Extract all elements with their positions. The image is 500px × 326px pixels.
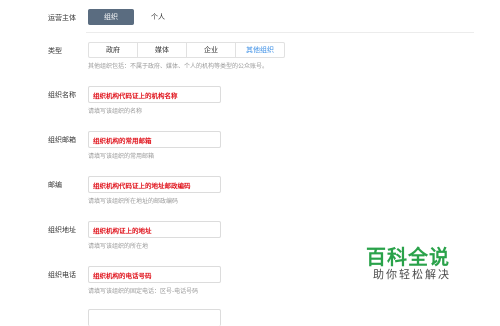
type-option-media[interactable]: 媒体 [138, 43, 187, 57]
type-label: 类型 [48, 47, 62, 55]
org-email-value: 组织机构的常用邮箱 [93, 137, 152, 145]
org-name-value: 组织机构代码证上的机构名称 [93, 92, 178, 100]
org-address-hint: 请填写该组织的所在地 [88, 243, 149, 250]
postcode-input[interactable]: 组织机构代码证上的地址邮政编码 [88, 176, 221, 193]
org-phone-input[interactable]: 组织机构的电话号码 [88, 266, 221, 283]
postcode-hint: 请填写该组织所在地址的邮政编码 [88, 198, 179, 205]
org-phone-label: 组织电话 [48, 271, 76, 279]
type-option-other-organization[interactable]: 其他组织 [236, 43, 284, 57]
org-email-label: 组织邮箱 [48, 136, 76, 144]
type-option-government[interactable]: 政府 [89, 43, 138, 57]
type-selector: 政府 媒体 企业 其他组织 [88, 42, 285, 58]
postcode-value: 组织机构代码证上的地址邮政编码 [93, 182, 191, 190]
org-name-hint: 请填写该组织的名称 [88, 108, 143, 115]
type-option-enterprise[interactable]: 企业 [187, 43, 236, 57]
watermark-subtitle: 助你轻松解决 [373, 268, 451, 281]
org-address-input[interactable]: 组织机构证上的地址 [88, 221, 221, 238]
org-address-label: 组织地址 [48, 226, 76, 234]
org-phone-value: 组织机构的电话号码 [93, 272, 152, 280]
org-email-input[interactable]: 组织机构的常用邮箱 [88, 131, 221, 148]
subject-option-organization[interactable]: 组织 [88, 9, 134, 25]
type-hint: 其他组织包括：不属于政府、媒体、个人的机构等类型的公众账号。 [88, 63, 269, 70]
org-phone-hint: 请填写该组织的固定电话：区号-电话号码 [88, 288, 199, 295]
section-divider [86, 32, 474, 33]
operating-subject-label: 运营主体 [48, 14, 76, 22]
org-name-input[interactable]: 组织机构代码证上的机构名称 [88, 86, 221, 103]
org-email-hint: 请填写该组织的常用邮箱 [88, 153, 155, 160]
org-address-value: 组织机构证上的地址 [93, 227, 152, 235]
org-name-label: 组织名称 [48, 91, 76, 99]
postcode-label: 邮编 [48, 181, 62, 189]
subject-option-individual[interactable]: 个人 [138, 9, 178, 25]
